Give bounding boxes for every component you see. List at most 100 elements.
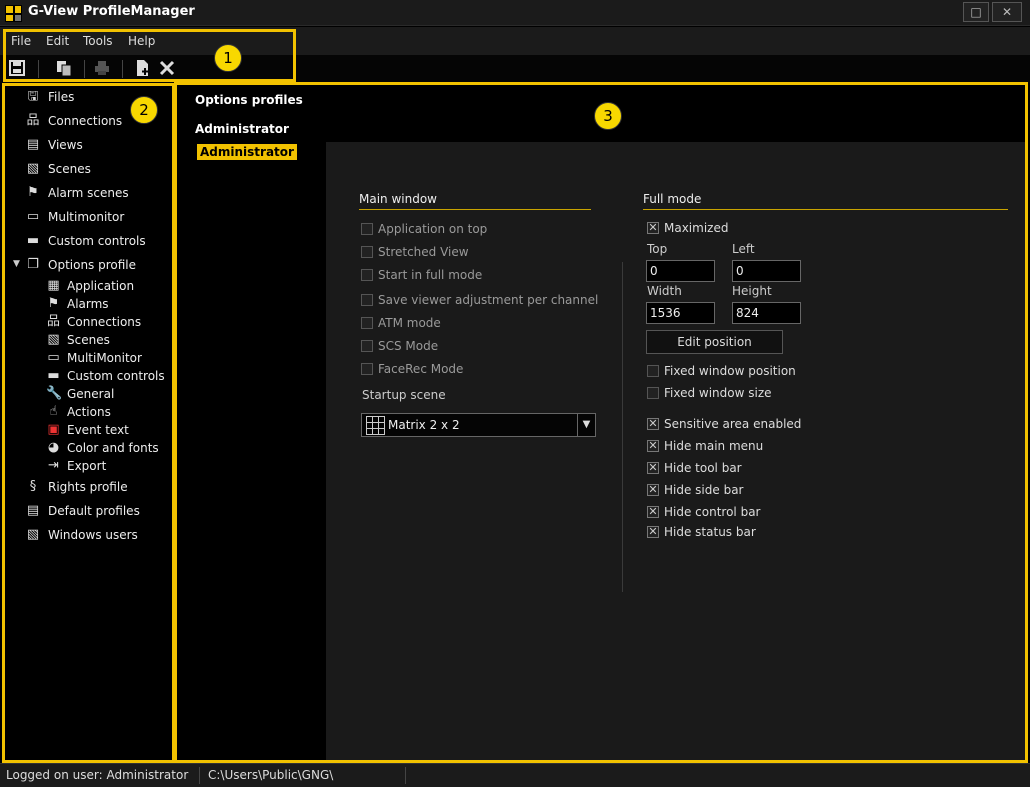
sidebar-subitem-export[interactable]: ⇥ Export (46, 457, 106, 475)
width-label: Width (647, 284, 682, 298)
sidebar-item-default-profiles[interactable]: ▤ Default profiles (25, 502, 140, 520)
atm-mode-checkbox[interactable]: ATM mode (361, 315, 441, 331)
file-icon: 🖫 (27, 89, 39, 104)
checkbox-box[interactable]: ✕ (647, 526, 659, 538)
sidebar-item-custom-controls[interactable]: ▬ Custom controls (25, 232, 146, 250)
app-logo-icon (5, 5, 22, 22)
width-input[interactable] (646, 302, 715, 324)
hide-status-bar-checkbox[interactable]: ✕ Hide status bar (647, 524, 756, 540)
copy-icon[interactable] (54, 59, 74, 79)
new-document-icon[interactable] (133, 59, 153, 79)
checkbox-box[interactable] (361, 340, 373, 352)
options-panel: Main window Application on top Stretched… (326, 142, 1026, 760)
wrench-icon: 🔧 (46, 386, 63, 401)
sidebar-subitem-actions[interactable]: ☝ Actions (46, 403, 111, 421)
sidebar-item-label: Custom controls (48, 234, 146, 248)
startup-scene-select[interactable]: Matrix 2 x 2 ▼ (361, 413, 596, 437)
hide-main-menu-checkbox[interactable]: ✕ Hide main menu (647, 438, 763, 454)
checkbox-box[interactable] (647, 387, 659, 399)
checkbox-label: Hide status bar (664, 525, 756, 539)
chevron-down-icon[interactable]: ▼ (577, 414, 595, 436)
stretched-view-checkbox[interactable]: Stretched View (361, 244, 469, 260)
sidebar-subitem-custom-controls[interactable]: ▬ Custom controls (46, 367, 164, 385)
facerec-mode-checkbox[interactable]: FaceRec Mode (361, 361, 463, 377)
maximize-button[interactable]: □ (963, 2, 989, 22)
checkbox-box[interactable]: ✕ (647, 222, 659, 234)
toolbar-separator (84, 60, 85, 78)
delete-icon[interactable] (157, 59, 177, 79)
profile-list-item-selected[interactable]: Administrator (197, 144, 297, 160)
fixed-window-size-checkbox[interactable]: Fixed window size (647, 385, 772, 401)
menu-edit[interactable]: Edit (46, 34, 69, 48)
hide-side-bar-checkbox[interactable]: ✕ Hide side bar (647, 482, 743, 498)
sidebar-subitem-connections[interactable]: 品 Connections (46, 313, 141, 331)
print-icon[interactable] (92, 59, 112, 79)
edit-position-button[interactable]: Edit position (646, 330, 783, 354)
flag-icon: ⚑ (27, 185, 39, 200)
sidebar-subitem-multimonitor[interactable]: ▭ MultiMonitor (46, 349, 142, 367)
monitor-icon: ▭ (47, 350, 60, 365)
checkbox-box[interactable] (361, 246, 373, 258)
menu-file[interactable]: File (11, 34, 31, 48)
sidebar-item-scenes[interactable]: ▧ Scenes (25, 160, 91, 178)
checkbox-box[interactable]: ✕ (647, 462, 659, 474)
hide-tool-bar-checkbox[interactable]: ✕ Hide tool bar (647, 460, 742, 476)
checkbox-box[interactable] (361, 294, 373, 306)
expand-arrow-icon[interactable]: ▼ (13, 259, 20, 269)
application-on-top-checkbox[interactable]: Application on top (361, 221, 487, 237)
menu-tools[interactable]: Tools (83, 34, 113, 48)
sidebar-item-views[interactable]: ▤ Views (25, 136, 83, 154)
copy-icon: ❐ (27, 257, 39, 272)
left-input[interactable] (732, 260, 801, 282)
sidebar-item-connections[interactable]: 品 Connections (25, 112, 122, 130)
checkbox-box[interactable] (647, 365, 659, 377)
fixed-window-position-checkbox[interactable]: Fixed window position (647, 363, 796, 379)
sidebar-item-label: Views (48, 138, 83, 152)
sidebar-subitem-color-and-fonts[interactable]: ◕ Color and fonts (46, 439, 159, 457)
sidebar-item-files[interactable]: 🖫 Files (25, 88, 74, 106)
checkbox-box[interactable]: ✕ (647, 418, 659, 430)
maximized-checkbox[interactable]: ✕ Maximized (647, 220, 728, 236)
menu-help[interactable]: Help (128, 34, 155, 48)
height-input[interactable] (732, 302, 801, 324)
sidebar-subitem-general[interactable]: 🔧 General (46, 385, 114, 403)
checkbox-box[interactable] (361, 223, 373, 235)
close-button[interactable]: ✕ (992, 2, 1022, 22)
startup-scene-label: Startup scene (362, 388, 446, 402)
sidebar-item-options-profile[interactable]: ❐ Options profile (25, 256, 136, 274)
sidebar-item-multimonitor[interactable]: ▭ Multimonitor (25, 208, 124, 226)
checkbox-label: Hide control bar (664, 505, 761, 519)
scs-mode-checkbox[interactable]: SCS Mode (361, 338, 438, 354)
sidebar-subitem-scenes[interactable]: ▧ Scenes (46, 331, 110, 349)
checkbox-box[interactable] (361, 363, 373, 375)
sidebar-subitem-application[interactable]: ▦ Application (46, 277, 134, 295)
checkbox-box[interactable]: ✕ (647, 484, 659, 496)
sensitive-area-checkbox[interactable]: ✕ Sensitive area enabled (647, 416, 801, 432)
palette-icon: ◕ (47, 440, 60, 455)
top-input[interactable] (646, 260, 715, 282)
checkbox-box[interactable]: ✕ (647, 440, 659, 452)
hide-control-bar-checkbox[interactable]: ✕ Hide control bar (647, 504, 761, 520)
height-label: Height (732, 284, 772, 298)
checkbox-box[interactable] (361, 317, 373, 329)
users-icon: ▧ (26, 527, 40, 542)
checkbox-label: ATM mode (378, 316, 441, 330)
event-icon: ▣ (47, 422, 60, 437)
save-viewer-adjustment-checkbox[interactable]: Save viewer adjustment per channel (361, 292, 598, 308)
checkbox-label: Hide tool bar (664, 461, 742, 475)
sidebar-item-windows-users[interactable]: ▧ Windows users (25, 526, 138, 544)
sidebar-item-label: Export (67, 459, 107, 473)
save-icon[interactable] (7, 59, 27, 79)
toolbar-separator (122, 60, 123, 78)
flag-icon: ⚑ (47, 296, 60, 311)
start-in-full-mode-checkbox[interactable]: Start in full mode (361, 267, 482, 283)
sidebar-subitem-event-text[interactable]: ▣ Event text (46, 421, 129, 439)
sidebar-item-label: Alarm scenes (48, 186, 129, 200)
sidebar-item-alarm-scenes[interactable]: ⚑ Alarm scenes (25, 184, 129, 202)
checkbox-box[interactable] (361, 269, 373, 281)
checkbox-label: Sensitive area enabled (664, 417, 802, 431)
checkbox-box[interactable]: ✕ (647, 506, 659, 518)
sidebar-item-rights-profile[interactable]: § Rights profile (25, 478, 128, 496)
sidebar-subitem-alarms[interactable]: ⚑ Alarms (46, 295, 109, 313)
checkbox-label: Save viewer adjustment per channel (378, 293, 599, 307)
